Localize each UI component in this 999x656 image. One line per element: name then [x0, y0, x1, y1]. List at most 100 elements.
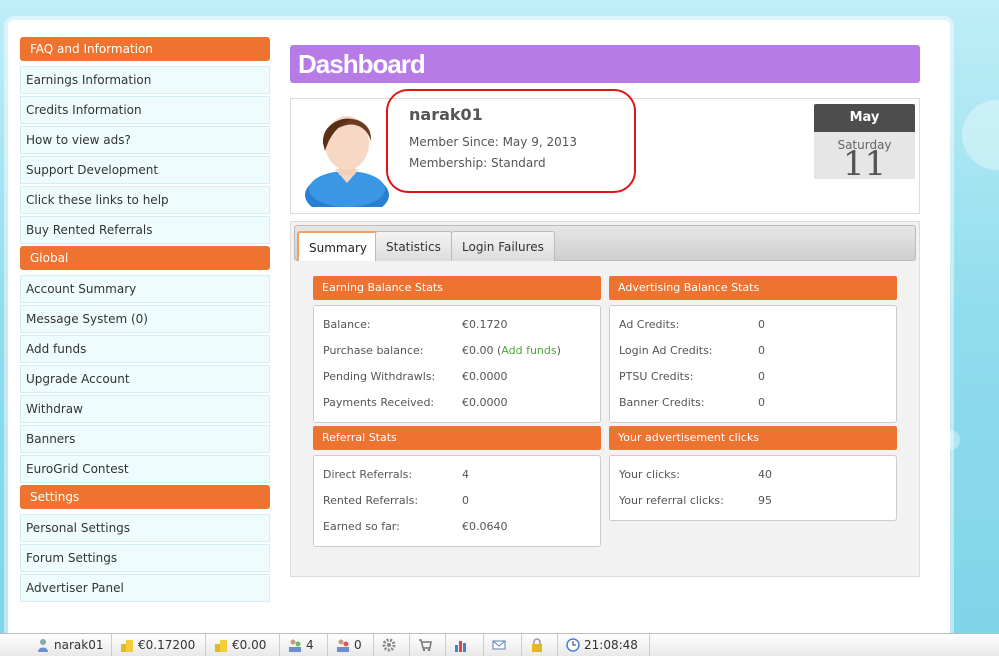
statusbar-rented-value: 0 — [354, 638, 362, 652]
calendar-date: 11 — [842, 144, 887, 184]
stat-row: Pending Withdrawls: €0.0000 — [314, 364, 600, 390]
statusbar-time: 21:08:48 — [584, 638, 638, 652]
statusbar-stats[interactable] — [448, 634, 484, 656]
calendar-month: May — [814, 104, 915, 132]
stat-value: 0 — [758, 318, 765, 331]
coins-icon — [215, 640, 227, 652]
sidebar-item-eurogrid-contest[interactable]: EuroGrid Contest — [20, 455, 270, 483]
stat-value: 40 — [758, 468, 772, 481]
user-icon — [38, 639, 48, 652]
statusbar-user[interactable]: narak01 — [30, 634, 112, 656]
sidebar-item-message-system[interactable]: Message System (0) — [20, 305, 270, 333]
statusbar-balance[interactable]: €0.17200 — [114, 634, 206, 656]
purchase-balance-value: €0.00 — [462, 344, 494, 357]
cart-icon — [419, 639, 432, 652]
stat-row: Direct Referrals: 4 — [314, 462, 600, 488]
sidebar-item-personal-settings[interactable]: Personal Settings — [20, 514, 270, 542]
stat-row: Banner Credits: 0 — [610, 390, 896, 416]
stat-value: 0 — [758, 370, 765, 383]
page-title: Dashboard — [290, 45, 920, 83]
statusbar-username: narak01 — [54, 638, 104, 652]
stats-panel: Summary Statistics Login Failures Earnin… — [290, 221, 920, 577]
sidebar-header-faq: FAQ and Information — [20, 37, 270, 61]
sidebar-item-forum-settings[interactable]: Forum Settings — [20, 544, 270, 572]
stat-label: Earned so far: — [323, 520, 400, 533]
sidebar-item-add-funds[interactable]: Add funds — [20, 335, 270, 363]
statusbar-rented-referrals[interactable]: 0 — [330, 634, 374, 656]
stat-label: Pending Withdrawls: — [323, 370, 436, 383]
sidebar-item-support-development[interactable]: Support Development — [20, 156, 270, 184]
statusbar-settings[interactable] — [376, 634, 410, 656]
stat-label: Your referral clicks: — [619, 494, 724, 507]
stat-row: Login Ad Credits: 0 — [610, 338, 896, 364]
sidebar-item-how-to-view-ads[interactable]: How to view ads? — [20, 126, 270, 154]
earning-balance-box: Earning Balance Stats Balance: €0.1720 Pu… — [313, 276, 601, 423]
tab-bar: Summary Statistics Login Failures — [294, 225, 916, 261]
stat-value: €0.0640 — [462, 520, 508, 533]
sidebar-item-earnings-information[interactable]: Earnings Information — [20, 66, 270, 94]
statusbar-purchase[interactable]: €0.00 — [208, 634, 280, 656]
membership-level: Membership: Standard — [409, 156, 546, 170]
stat-row: Purchase balance: €0.00 (Add funds) — [314, 338, 600, 364]
tab-summary[interactable]: Summary — [297, 231, 379, 261]
member-since: Member Since: May 9, 2013 — [409, 135, 577, 149]
calendar-widget: May Saturday 11 — [814, 104, 915, 184]
coins-icon — [121, 640, 133, 652]
avatar — [305, 116, 389, 207]
sidebar-item-upgrade-account[interactable]: Upgrade Account — [20, 365, 270, 393]
sidebar-item-account-summary[interactable]: Account Summary — [20, 275, 270, 303]
stat-value: €0.0000 — [462, 370, 508, 383]
stat-label: PTSU Credits: — [619, 370, 694, 383]
sidebar-item-credits-information[interactable]: Credits Information — [20, 96, 270, 124]
ad-clicks-title: Your advertisement clicks — [609, 426, 897, 450]
stat-label: Purchase balance: — [323, 344, 424, 357]
sidebar-item-banners[interactable]: Banners — [20, 425, 270, 453]
stat-label: Banner Credits: — [619, 396, 705, 409]
stat-row: Balance: €0.1720 — [314, 312, 600, 338]
stat-label: Ad Credits: — [619, 318, 680, 331]
add-funds-link[interactable]: Add funds — [501, 344, 556, 357]
username: narak01 — [409, 105, 483, 124]
statusbar-direct-referrals[interactable]: 4 — [282, 634, 328, 656]
ad-clicks-box: Your advertisement clicks Your clicks: 40… — [609, 426, 897, 521]
stat-label: Balance: — [323, 318, 371, 331]
stat-value: 0 — [758, 396, 765, 409]
stat-value: €0.00 (Add funds) — [462, 344, 561, 357]
stat-label: Direct Referrals: — [323, 468, 413, 481]
background-bubble — [962, 100, 999, 170]
stat-value: €0.1720 — [462, 318, 508, 331]
stat-label: Login Ad Credits: — [619, 344, 713, 357]
envelope-icon — [492, 640, 506, 650]
referral-stats-box: Referral Stats Direct Referrals: 4 Rented… — [313, 426, 601, 547]
stat-value: 0 — [758, 344, 765, 357]
tab-login-failures[interactable]: Login Failures — [451, 231, 555, 261]
sidebar-item-buy-rented-referrals[interactable]: Buy Rented Referrals — [20, 216, 270, 244]
stat-row: Payments Received: €0.0000 — [314, 390, 600, 416]
stat-value: 95 — [758, 494, 772, 507]
statusbar-cart[interactable] — [412, 634, 446, 656]
statusbar-logout[interactable] — [524, 634, 558, 656]
stat-row: Your referral clicks: 95 — [610, 488, 896, 514]
earning-balance-title: Earning Balance Stats — [313, 276, 601, 300]
sidebar-header-settings: Settings — [20, 485, 270, 509]
stat-label: Rented Referrals: — [323, 494, 419, 507]
clock-icon — [566, 638, 580, 652]
main-content: Dashboard narak01 Member Since: May 9, 2… — [290, 25, 920, 577]
statusbar-messages[interactable] — [486, 634, 522, 656]
sidebar-item-advertiser-panel[interactable]: Advertiser Panel — [20, 574, 270, 602]
stat-value: €0.0000 — [462, 396, 508, 409]
stat-row: PTSU Credits: 0 — [610, 364, 896, 390]
statusbar-purchase-value: €0.00 — [232, 638, 267, 652]
stat-row: Your clicks: 40 — [610, 462, 896, 488]
gear-icon — [382, 638, 396, 652]
lock-icon — [532, 638, 542, 652]
sidebar-item-withdraw[interactable]: Withdraw — [20, 395, 270, 423]
stat-row: Earned so far: €0.0640 — [314, 514, 600, 540]
stat-value: 0 — [462, 494, 469, 507]
sidebar-item-click-links[interactable]: Click these links to help — [20, 186, 270, 214]
stat-row: Ad Credits: 0 — [610, 312, 896, 338]
bar-chart-icon — [455, 641, 466, 652]
tab-statistics[interactable]: Statistics — [375, 231, 452, 261]
stat-row: Rented Referrals: 0 — [314, 488, 600, 514]
profile-card: narak01 Member Since: May 9, 2013 Member… — [290, 89, 920, 214]
